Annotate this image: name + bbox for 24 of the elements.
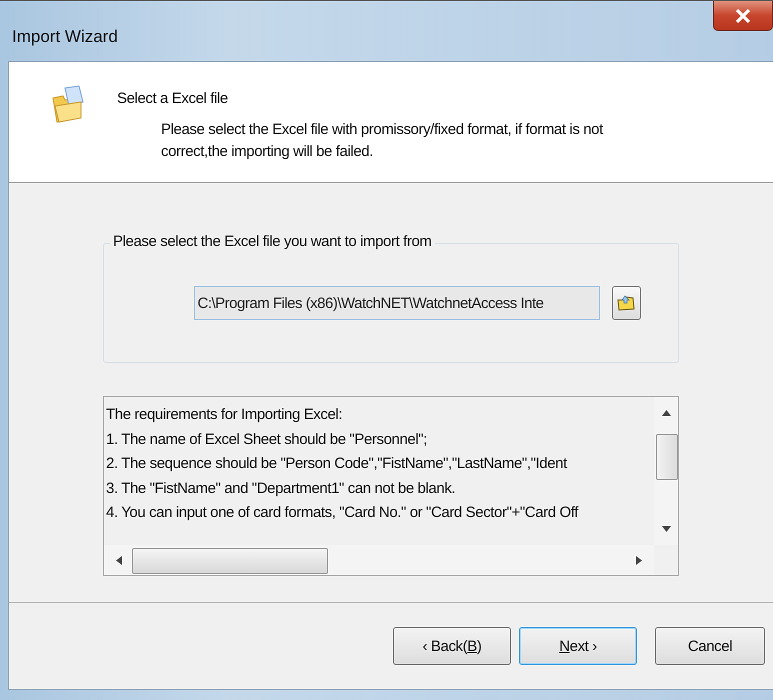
requirement-line: 1. The name of Excel Sheet should be "Personnel"; <box>106 430 428 450</box>
file-path-field[interactable]: C:\Program Files (x86)\WatchNET\WatchnetAccess Inte <box>194 286 600 320</box>
group-legend: Please select the Excel file you want to import from <box>110 233 435 250</box>
scroll-up-icon <box>662 410 670 416</box>
step-description: Please select the Excel file with promissory/fixed format, if format is not correct,the importing will be failed. <box>161 120 604 162</box>
horizontal-scrollbar[interactable] <box>104 545 654 575</box>
scroll-right-icon <box>636 556 642 564</box>
dialog-button[interactable]: Cancel <box>655 627 765 665</box>
dialog-button[interactable]: ‹ Back(B) <box>393 627 511 665</box>
scroll-down-icon <box>662 526 670 532</box>
requirement-line: 2. The sequence should be "Person Code","FistName","LastName","Ident <box>106 454 568 474</box>
scroll-left-icon <box>116 556 122 564</box>
vertical-scrollbar[interactable] <box>654 397 678 545</box>
step-title: Select a Excel file <box>117 90 229 107</box>
window-title: Import Wizard <box>12 27 118 47</box>
requirements-text-area[interactable] <box>103 396 679 576</box>
close-button[interactable] <box>713 1 773 31</box>
folder-icon <box>616 294 636 312</box>
dialog-button[interactable]: Next › <box>519 627 637 665</box>
requirement-line: The requirements for Importing Excel: <box>106 405 344 425</box>
requirement-line: 3. The "FistName" and "Department1" can not be blank. <box>106 478 456 498</box>
close-icon <box>734 8 752 24</box>
requirement-line: 4. You can input one of card formats, "Card No." or "Card Sector"+"Card Off <box>106 503 580 523</box>
browse-button[interactable] <box>612 286 640 320</box>
